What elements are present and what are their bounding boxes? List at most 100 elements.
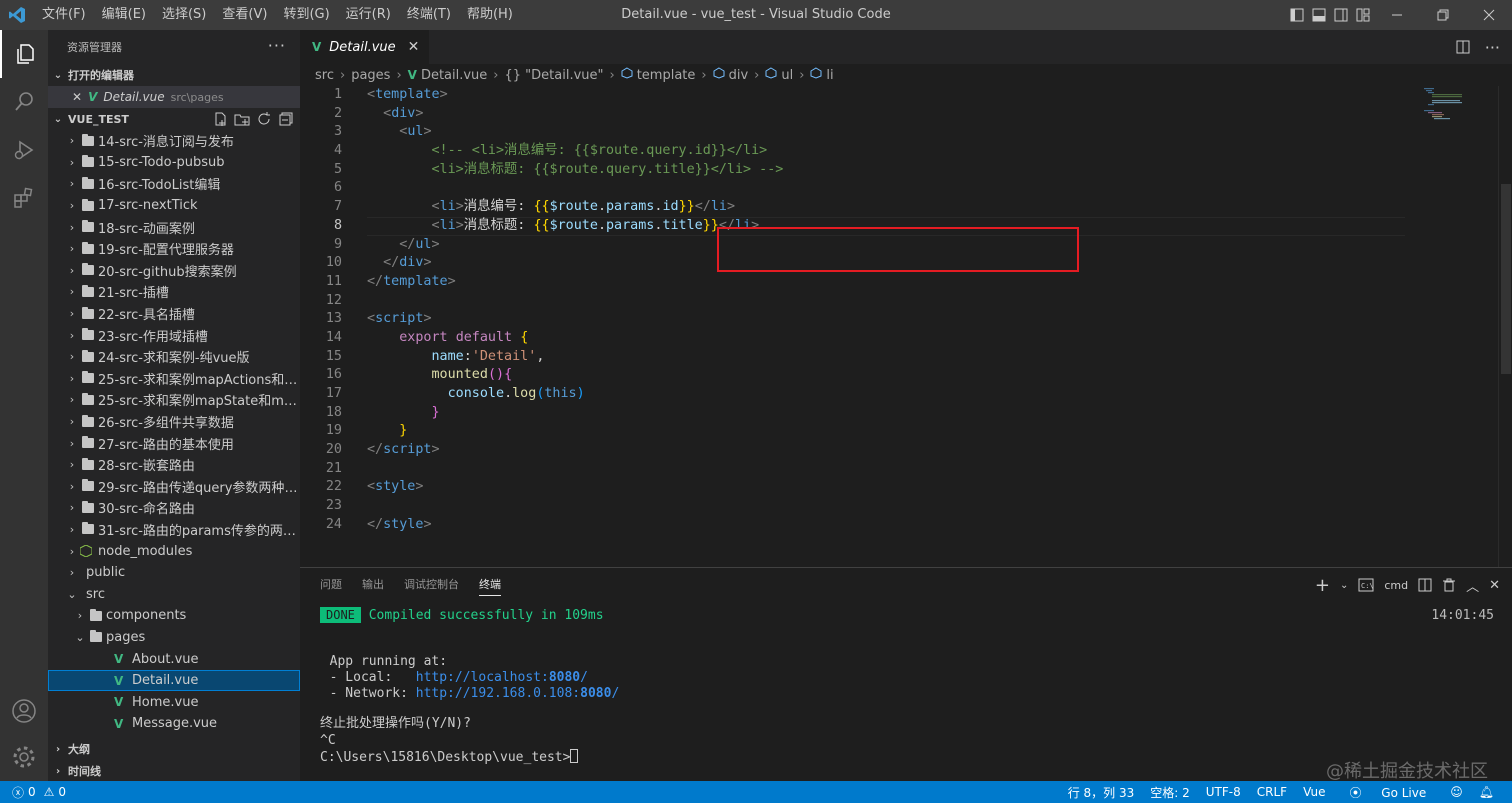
tree-folder-item[interactable]: › 30-src-命名路由 [48,497,300,519]
tree-folder-item[interactable]: › 23-src-作用域插槽 [48,324,300,346]
run-debug-icon[interactable] [0,126,48,174]
more-actions-icon[interactable]: ··· [268,36,286,55]
maximize-panel-icon[interactable]: ︿ [1466,576,1479,595]
language-mode[interactable]: Vue [1295,785,1333,799]
tree-file-item[interactable]: V About.vue [48,648,300,670]
tree-folder-item[interactable]: ⌄ src [48,583,300,605]
tree-folder-item[interactable]: › 19-src-配置代理服务器 [48,238,300,260]
code-line[interactable]: 6 [300,179,1495,198]
tree-folder-item[interactable]: › node_modules [48,540,300,562]
code-line[interactable]: 14 export default { [300,329,1495,348]
tree-folder-item[interactable]: › components [48,605,300,627]
menu-item[interactable]: 编辑(E) [94,0,154,30]
editor-scrollbar[interactable] [1498,86,1512,567]
restore-icon[interactable] [1420,0,1466,30]
menu-item[interactable]: 转到(G) [275,0,337,30]
editor-more-icon[interactable]: ··· [1485,38,1500,57]
extensions-icon[interactable] [0,174,48,222]
explorer-icon[interactable] [0,30,48,78]
settings-gear-icon[interactable] [0,733,48,781]
close-window-icon[interactable] [1466,0,1512,30]
new-folder-icon[interactable] [234,111,250,127]
breadcrumb-item[interactable]: pages [351,68,390,83]
toggle-panel-icon[interactable] [1308,0,1330,30]
local-url[interactable]: http://localhost:8080/ [416,670,588,685]
tree-folder-item[interactable]: ⌄ pages [48,627,300,649]
code-line[interactable]: 21 [300,460,1495,479]
code-line[interactable]: 24 </style> [300,516,1495,535]
code-line[interactable]: 2 <div> [300,105,1495,124]
panel-tab[interactable]: 问题 [320,568,352,602]
tree-folder-item[interactable]: › 31-src-路由的params传参的两种... [48,519,300,541]
feedback-icon[interactable]: ☺ [1442,785,1471,799]
encoding[interactable]: UTF-8 [1198,785,1249,799]
breadcrumb-item[interactable]: li [826,68,833,83]
tree-folder-item[interactable]: › 20-src-github搜索案例 [48,260,300,282]
close-editor-icon[interactable]: ✕ [72,90,82,104]
open-editors-section[interactable]: ⌄ 打开的编辑器 [48,64,300,86]
menu-item[interactable]: 运行(R) [338,0,399,30]
breadcrumb-item[interactable]: src [315,68,334,83]
indentation[interactable]: 空格: 2 [1142,784,1198,801]
toggle-primary-sidebar-icon[interactable] [1286,0,1308,30]
trash-icon[interactable] [1442,578,1456,592]
code-line[interactable]: 19 } [300,422,1495,441]
go-live-button[interactable]: ⦿ Go Live [1333,784,1442,801]
problems-status[interactable]: ⓧ 0 ⚠ 0 [0,784,66,801]
breadcrumb-item[interactable]: template [637,68,696,83]
outline-section[interactable]: › 大纲 [48,738,300,760]
open-editor-item[interactable]: ✕ V Detail.vue src\pages [48,86,300,108]
tree-file-item[interactable]: V Home.vue [48,691,300,713]
code-line[interactable]: 17 console.log(this) [300,385,1495,404]
close-tab-icon[interactable]: ✕ [408,39,420,55]
tree-folder-item[interactable]: › 25-src-求和案例mapState和map... [48,389,300,411]
code-line[interactable]: 1 <template> [300,86,1495,105]
new-file-icon[interactable] [212,111,228,127]
code-line[interactable]: 4 <!-- <li>消息编号: {{$route.query.id}}</li… [300,142,1495,161]
workspace-section[interactable]: ⌄ VUE_TEST [48,108,300,130]
tree-folder-item[interactable]: › 25-src-求和案例mapActions和ma... [48,368,300,390]
tree-folder-item[interactable]: › 28-src-嵌套路由 [48,454,300,476]
shell-label[interactable]: cmd [1384,579,1408,592]
tree-folder-item[interactable]: › 15-src-Todo-pubsub [48,152,300,174]
code-line[interactable]: 20 </script> [300,441,1495,460]
account-icon[interactable] [0,687,48,735]
menu-item[interactable]: 文件(F) [34,0,94,30]
tree-folder-item[interactable]: › 22-src-具名插槽 [48,303,300,325]
tree-folder-item[interactable]: › 16-src-TodoList编辑 [48,173,300,195]
code-line[interactable]: 23 [300,497,1495,516]
network-url[interactable]: http://192.168.0.108:8080/ [416,686,620,701]
code-line[interactable]: 5 <li>消息标题: {{$route.query.title}}</li> … [300,161,1495,180]
code-line[interactable]: 16 mounted(){ [300,366,1495,385]
customize-layout-icon[interactable] [1352,0,1374,30]
code-line[interactable]: 13 <script> [300,310,1495,329]
tree-folder-item[interactable]: › 21-src-插槽 [48,281,300,303]
panel-tab[interactable]: 调试控制台 [394,568,469,602]
timeline-section[interactable]: › 时间线 [48,760,300,781]
tree-folder-item[interactable]: › public [48,562,300,584]
toggle-secondary-sidebar-icon[interactable] [1330,0,1352,30]
tree-folder-item[interactable]: › 17-src-nextTick [48,195,300,217]
tree-folder-item[interactable]: › 29-src-路由传递query参数两种方... [48,476,300,498]
collapse-all-icon[interactable] [278,111,294,127]
code-line[interactable]: 12 [300,292,1495,311]
new-terminal-icon[interactable]: + [1315,575,1330,596]
code-line[interactable]: 22 <style> [300,478,1495,497]
split-terminal-icon[interactable] [1418,578,1432,592]
code-line[interactable]: 3 <ul> [300,123,1495,142]
menu-item[interactable]: 终端(T) [399,0,459,30]
minimize-icon[interactable] [1374,0,1420,30]
breadcrumb-item[interactable]: div [729,68,749,83]
tree-file-item[interactable]: V Detail.vue [48,669,300,692]
code-editor[interactable]: 1 <template> 2 <div> 3 <ul> 4 <!-- <li>消息编号:… [300,86,1495,567]
code-line[interactable]: 11 </template> [300,273,1495,292]
code-line[interactable]: 18 } [300,404,1495,423]
tree-folder-item[interactable]: › 24-src-求和案例-纯vue版 [48,346,300,368]
tab-detail-vue[interactable]: V Detail.vue ✕ [300,30,430,64]
search-icon[interactable] [0,78,48,126]
breadcrumb-item[interactable]: Detail.vue [421,68,487,83]
refresh-icon[interactable] [256,111,272,127]
menu-item[interactable]: 查看(V) [214,0,275,30]
notifications-bell-icon[interactable]: 🔔︎ [1471,785,1502,799]
terminal-prompt-line[interactable]: C:\Users\15816\Desktop\vue_test> [320,749,579,766]
